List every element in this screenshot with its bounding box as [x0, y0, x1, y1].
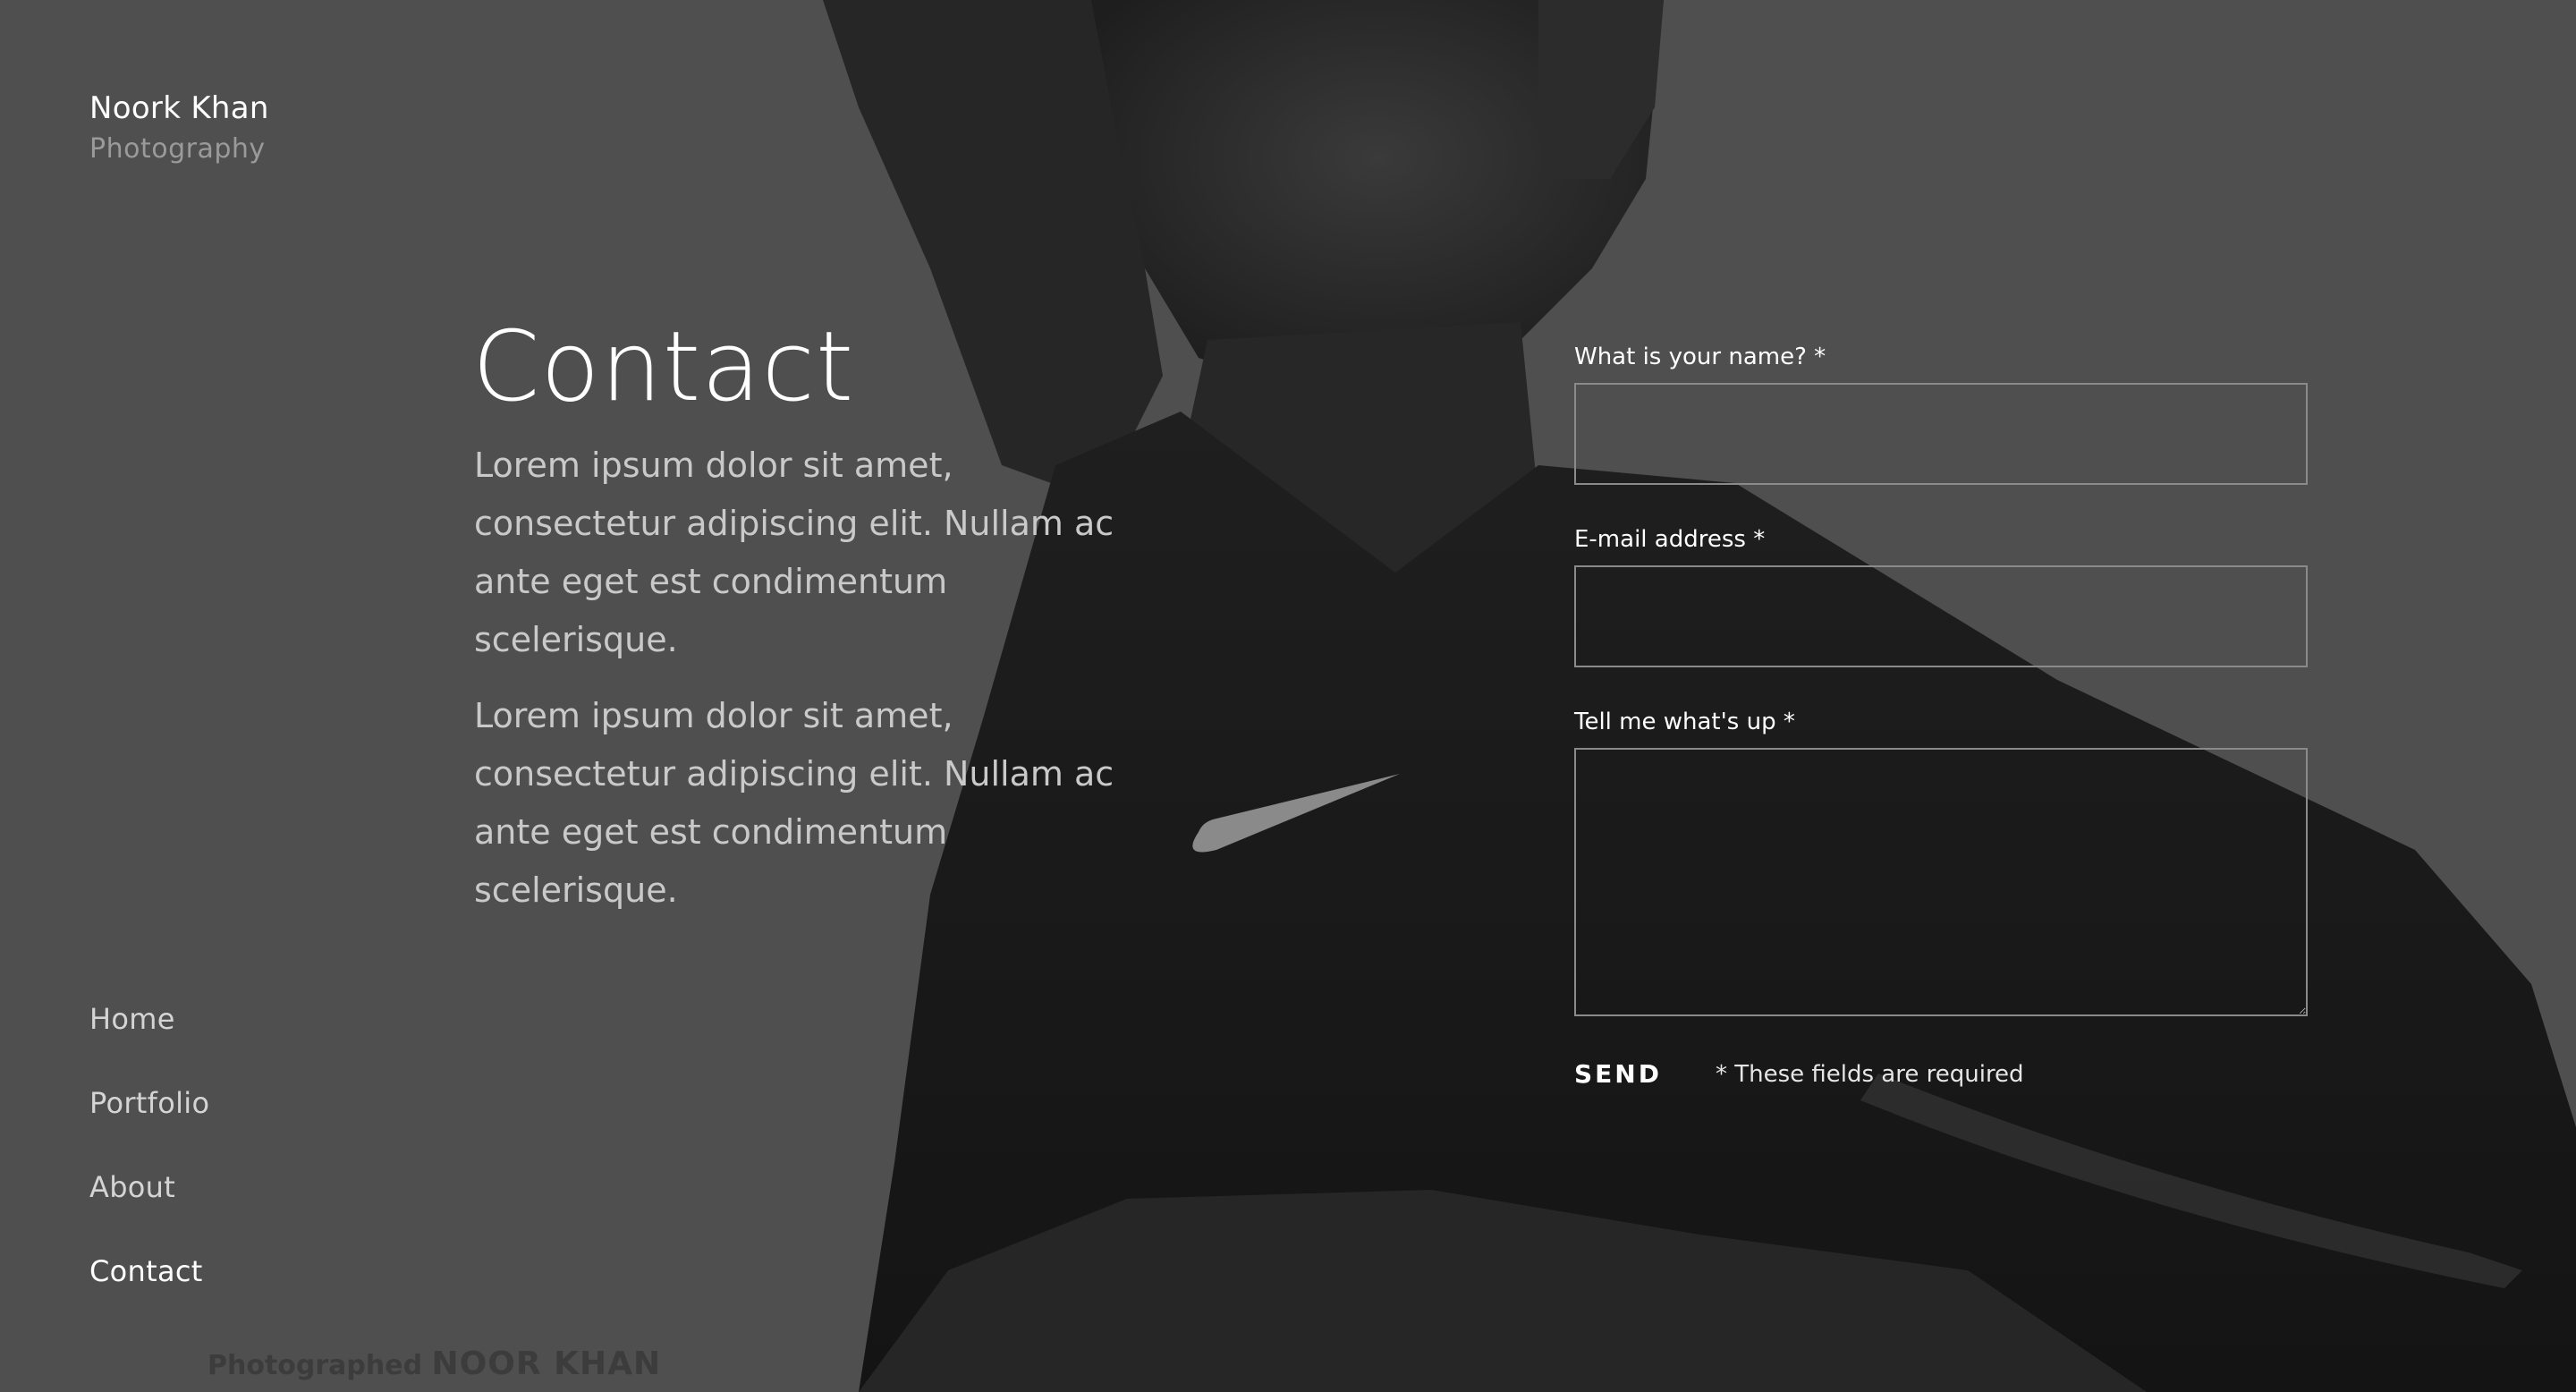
- brand-tagline: Photography: [89, 133, 266, 165]
- brand[interactable]: Noork Khan Photography: [89, 88, 269, 170]
- message-field[interactable]: [1574, 748, 2308, 1016]
- brand-name: Noork Khan: [89, 90, 269, 126]
- main-nav: Home Portfolio About Contact: [89, 998, 209, 1335]
- name-field[interactable]: [1574, 383, 2308, 485]
- message-label: Tell me what's up *: [1574, 709, 1795, 735]
- intro-paragraph: Lorem ipsum dolor sit amet, consectetur …: [474, 446, 1114, 659]
- watermark-name: NOOR KHAN: [431, 1345, 662, 1382]
- nav-item-contact[interactable]: Contact: [89, 1251, 209, 1292]
- intro-text: Lorem ipsum dolor sit amet, consectetur …: [474, 437, 1154, 938]
- send-button[interactable]: SEND: [1574, 1059, 1662, 1089]
- email-field[interactable]: [1574, 565, 2308, 667]
- photo-watermark: Photographed NOOR KHAN: [208, 1345, 661, 1382]
- contact-page: Noork Khan Photography Contact Lorem ips…: [0, 0, 2576, 1392]
- nav-item-home[interactable]: Home: [89, 998, 209, 1040]
- contact-form: What is your name? * E-mail address * Te…: [1574, 338, 2308, 1089]
- form-footer: SEND * These fields are required: [1574, 1059, 2308, 1089]
- name-label: What is your name? *: [1574, 344, 1826, 370]
- nav-item-portfolio[interactable]: Portfolio: [89, 1082, 209, 1124]
- page-title: Contact: [472, 311, 855, 423]
- required-note: * These fields are required: [1715, 1060, 2024, 1088]
- watermark-prefix: Photographed: [208, 1350, 423, 1381]
- nav-item-about[interactable]: About: [89, 1167, 209, 1208]
- email-label: E-mail address *: [1574, 526, 1766, 553]
- intro-paragraph: Lorem ipsum dolor sit amet, consectetur …: [474, 696, 1114, 910]
